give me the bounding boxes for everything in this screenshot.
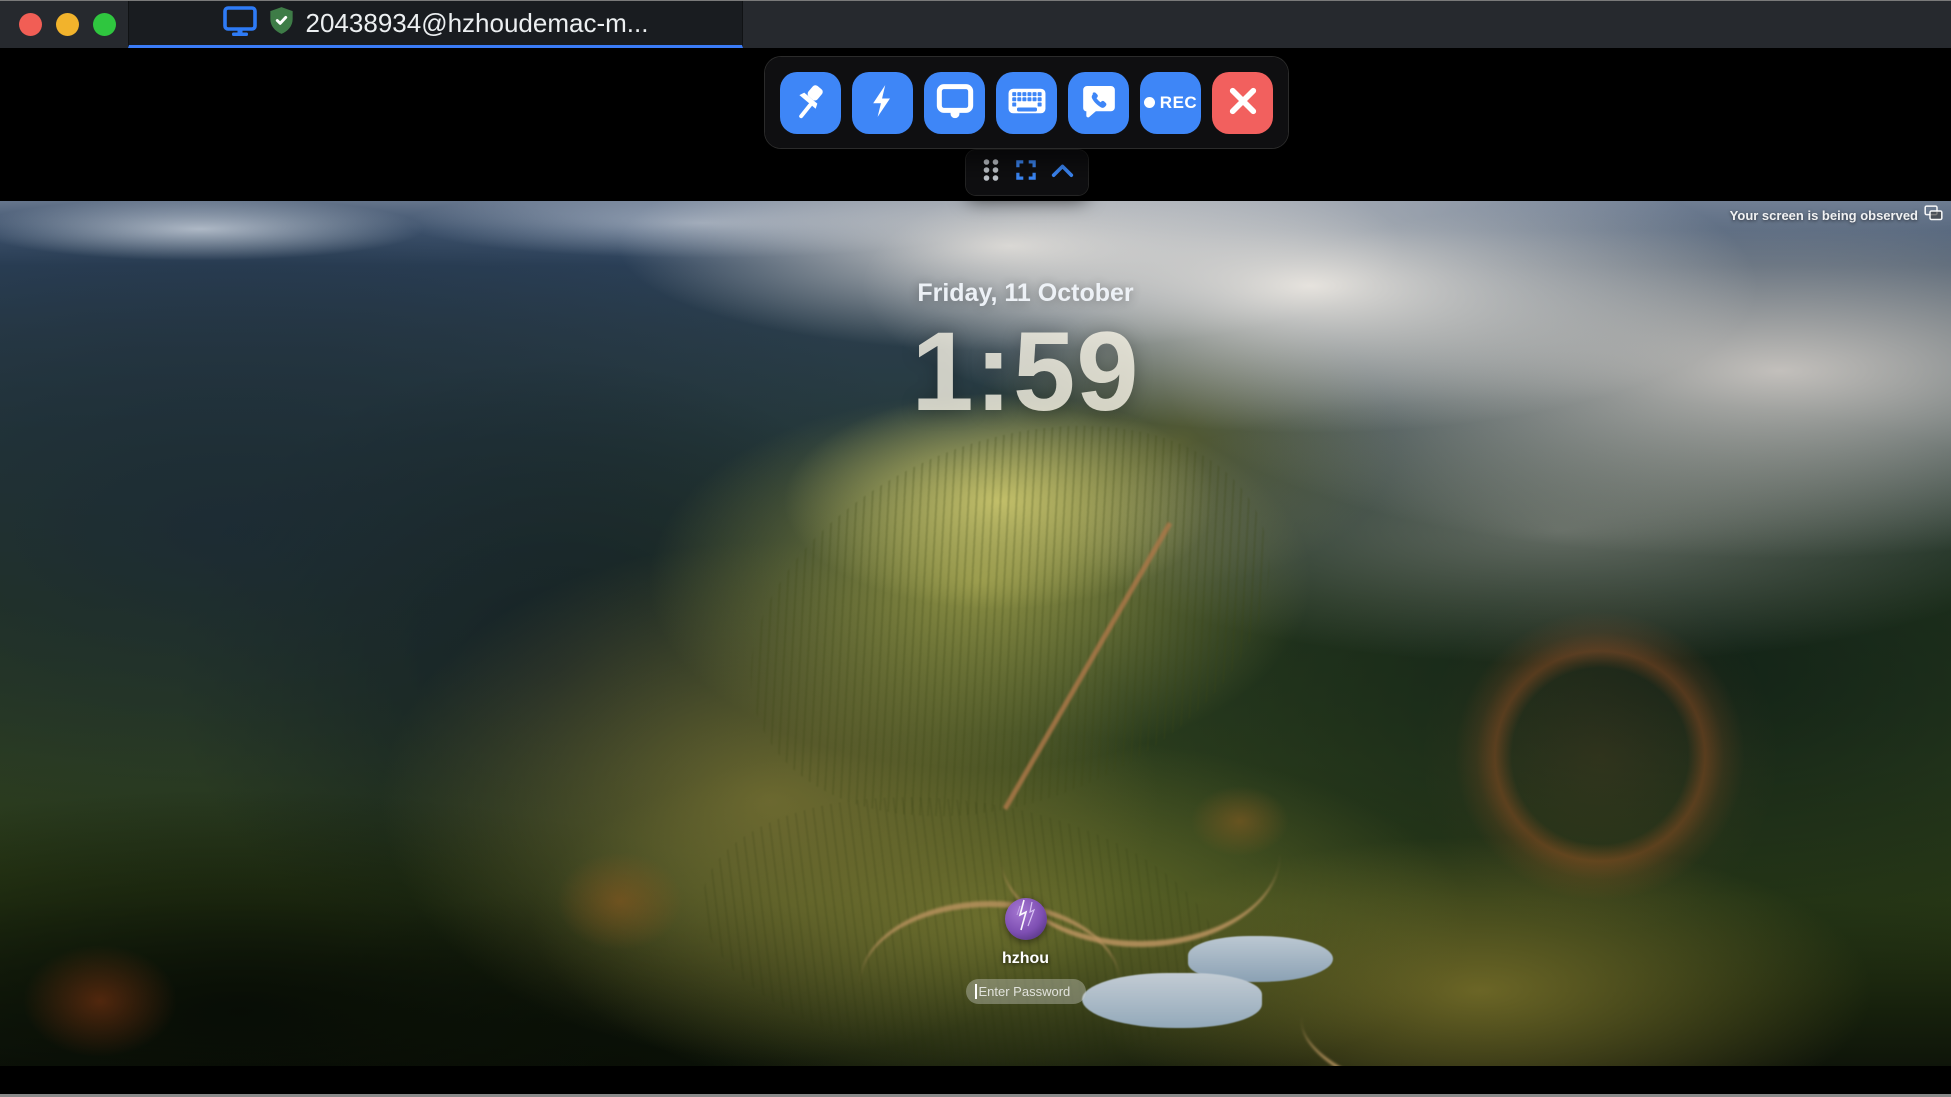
record-label: REC — [1160, 93, 1197, 113]
virtual-keyboard-button[interactable] — [996, 72, 1057, 134]
lock-screen-clock: 1:59 — [100, 316, 1951, 428]
user-avatar[interactable] — [1005, 898, 1047, 940]
close-window-button[interactable] — [19, 13, 42, 36]
screen-observed-notice: Your screen is being observed — [1730, 205, 1943, 225]
record-button[interactable]: REC — [1140, 72, 1201, 134]
login-panel: hzhou — [100, 898, 1951, 1004]
text-caret — [975, 984, 977, 999]
voice-call-button[interactable] — [1068, 72, 1129, 134]
close-x-icon — [1224, 82, 1262, 123]
fullscreen-icon[interactable] — [1013, 157, 1039, 188]
zoom-window-button[interactable] — [93, 13, 116, 36]
minimize-window-button[interactable] — [56, 13, 79, 36]
password-input[interactable] — [966, 979, 1086, 1004]
record-dot — [1144, 97, 1155, 108]
remote-screen-view[interactable]: Your screen is being observed Friday, 11… — [0, 201, 1951, 1066]
toolbar-mini-bar — [966, 150, 1088, 195]
session-tab-title: 20438934@hzhoudemac-m... — [306, 8, 649, 39]
remote-control-toolbar: REC — [765, 57, 1288, 148]
display-settings-button[interactable] — [924, 72, 985, 134]
pin-toolbar-button[interactable] — [780, 72, 841, 134]
window-titlebar: 20438934@hzhoudemac-m... — [0, 0, 1951, 48]
lightning-icon — [864, 82, 902, 123]
disconnect-button[interactable] — [1212, 72, 1273, 134]
user-name: hzhou — [1002, 950, 1049, 968]
lock-screen-date: Friday, 11 October — [100, 279, 1951, 308]
record-dot-icon: REC — [1144, 93, 1197, 113]
password-field-wrapper — [966, 979, 1086, 1004]
lock-screen-datetime: Friday, 11 October 1:59 — [100, 279, 1951, 428]
phone-chat-icon — [1080, 82, 1118, 123]
keyboard-icon — [1007, 84, 1047, 121]
traffic-lights — [19, 1, 116, 48]
performance-button[interactable] — [852, 72, 913, 134]
pin-icon — [792, 82, 830, 123]
screen-observed-text: Your screen is being observed — [1730, 208, 1918, 223]
display-icon — [223, 6, 257, 41]
drag-handle-dots-icon[interactable] — [980, 157, 1002, 188]
monitor-icon — [935, 81, 975, 124]
session-tab[interactable]: 20438934@hzhoudemac-m... — [128, 1, 743, 48]
shield-check-icon — [268, 6, 295, 40]
mirrored-screens-icon — [1924, 205, 1943, 225]
collapse-chevron-up-icon[interactable] — [1050, 163, 1075, 183]
